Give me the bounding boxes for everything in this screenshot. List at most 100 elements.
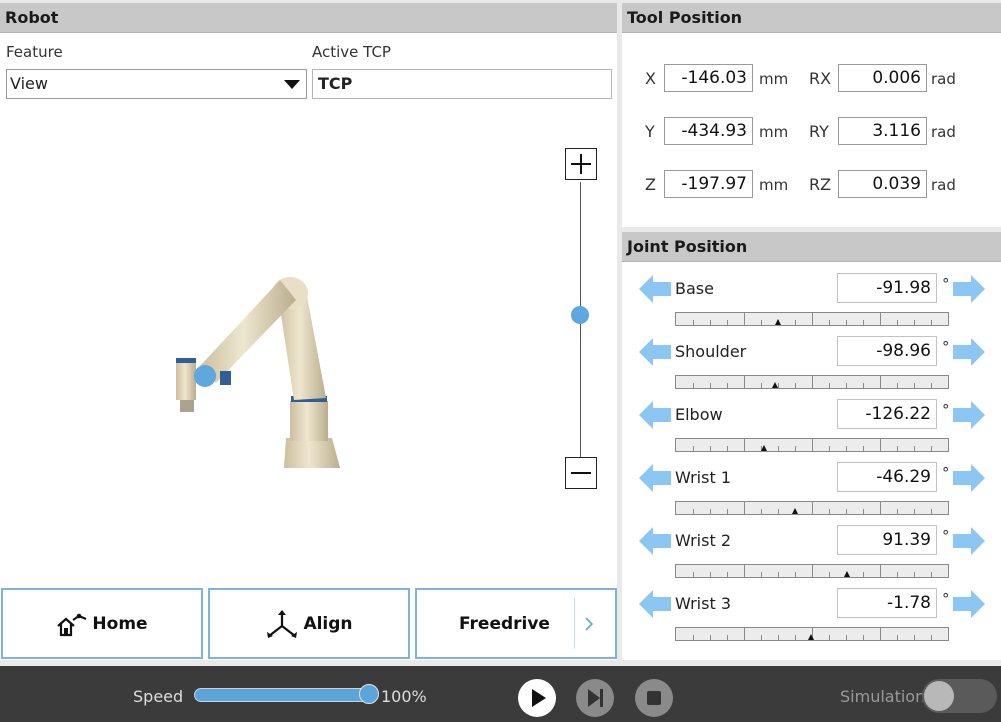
play-button[interactable]: [518, 679, 556, 717]
chevron-right-icon: [585, 617, 594, 631]
joint-value-field[interactable]: -1.78: [837, 588, 937, 618]
home-icon: [57, 613, 87, 636]
z-label: Z: [645, 175, 656, 194]
rx-unit: rad: [931, 70, 956, 88]
degree-unit: °: [942, 527, 950, 545]
robot-panel: Robot Feature Active TCP View TCP Home A…: [0, 3, 617, 660]
joint-value-field[interactable]: -46.29: [837, 462, 937, 492]
simulation-label: Simulation: [840, 687, 926, 706]
play-icon: [532, 689, 546, 707]
z-unit: mm: [759, 176, 789, 194]
zoom-slider-knob[interactable]: [571, 306, 589, 324]
y-field[interactable]: -434.93: [664, 117, 753, 145]
joint-row-wrist-3: Wrist 3 -1.78 °: [622, 588, 1001, 651]
zoom-in-button[interactable]: [565, 148, 597, 180]
dropdown-arrow-icon: [284, 80, 300, 89]
speed-label: Speed: [133, 687, 184, 706]
stop-button[interactable]: [635, 679, 673, 717]
joint-slider[interactable]: [675, 564, 949, 578]
jog-right-icon[interactable]: [952, 589, 986, 619]
step-button[interactable]: [576, 679, 614, 717]
joint-value-field[interactable]: 91.39: [837, 525, 937, 555]
rx-label: RX: [809, 69, 832, 88]
ry-field[interactable]: 3.116: [838, 117, 927, 145]
joint-slider-pointer: [772, 382, 779, 388]
joint-name: Shoulder: [675, 342, 747, 361]
tool-position-title: Tool Position: [622, 3, 1001, 33]
robot-3d-view[interactable]: [160, 263, 360, 473]
rx-field[interactable]: 0.006: [838, 64, 927, 92]
rz-field[interactable]: 0.039: [838, 170, 927, 198]
ry-label: RY: [809, 122, 829, 141]
rz-unit: rad: [931, 176, 956, 194]
jog-right-icon[interactable]: [952, 463, 986, 493]
jog-right-icon[interactable]: [952, 337, 986, 367]
joint-position-title: Joint Position: [622, 232, 1001, 262]
joint-slider-pointer: [775, 319, 782, 325]
joint-name: Wrist 1: [675, 468, 731, 487]
rz-label: RZ: [809, 175, 832, 194]
joint-row-base: Base -91.98 °: [622, 273, 1001, 336]
robot-forearm: [200, 280, 296, 383]
jog-left-icon[interactable]: [638, 463, 672, 493]
robot-base: [284, 438, 340, 468]
joint-value-field[interactable]: -98.96: [837, 336, 937, 366]
tool-position-panel: Tool Position X -146.03 mm Y -434.93 mm …: [622, 3, 1001, 227]
jog-right-icon[interactable]: [952, 526, 986, 556]
joint-slider[interactable]: [675, 501, 949, 515]
robot-lower-column: [290, 401, 328, 441]
speed-slider-knob[interactable]: [359, 684, 379, 704]
joint-slider[interactable]: [675, 312, 949, 326]
degree-unit: °: [942, 275, 950, 293]
joint-slider-pointer: [792, 508, 799, 514]
degree-unit: °: [942, 338, 950, 356]
align-button[interactable]: Align: [208, 588, 410, 659]
home-button[interactable]: Home: [1, 588, 203, 659]
jog-left-icon[interactable]: [638, 337, 672, 367]
joint-row-wrist-1: Wrist 1 -46.29 °: [622, 462, 1001, 525]
y-label: Y: [645, 122, 655, 141]
joint-row-wrist-2: Wrist 2 91.39 °: [622, 525, 1001, 588]
x-field[interactable]: -146.03: [664, 64, 753, 92]
joint-row-shoulder: Shoulder -98.96 °: [622, 336, 1001, 399]
bottom-control-bar: Speed 100% Simulation: [0, 666, 1001, 722]
jog-left-icon[interactable]: [638, 400, 672, 430]
joint-slider[interactable]: [675, 438, 949, 452]
joint-row-elbow: Elbow -126.22 °: [622, 399, 1001, 462]
active-tcp-field[interactable]: TCP: [312, 69, 612, 99]
speed-value: 100%: [381, 687, 427, 706]
active-tcp-label: Active TCP: [312, 43, 391, 61]
joint-position-panel: Joint Position Base -91.98 ° Shoulder -98.96…: [622, 232, 1001, 660]
joint-name: Elbow: [675, 405, 723, 424]
z-field[interactable]: -197.97: [664, 170, 753, 198]
jog-left-icon[interactable]: [638, 274, 672, 304]
degree-unit: °: [942, 401, 950, 419]
joint-slider[interactable]: [675, 375, 949, 389]
robot-panel-title: Robot: [0, 3, 617, 33]
zoom-out-button[interactable]: [565, 457, 597, 489]
tcp-marker[interactable]: [194, 365, 216, 387]
feature-select-value: View: [10, 74, 48, 93]
degree-unit: °: [942, 464, 950, 482]
simulation-toggle[interactable]: [922, 679, 997, 713]
y-unit: mm: [759, 123, 789, 141]
home-button-label: Home: [92, 613, 148, 634]
freedrive-button[interactable]: Freedrive: [415, 588, 617, 659]
align-axes-icon: [267, 609, 298, 638]
joint-slider[interactable]: [675, 627, 949, 641]
jog-right-icon[interactable]: [952, 400, 986, 430]
joint-value-field[interactable]: -91.98: [837, 273, 937, 303]
feature-select[interactable]: View: [6, 69, 307, 99]
joint-value-field[interactable]: -126.22: [837, 399, 937, 429]
degree-unit: °: [942, 590, 950, 608]
stop-icon: [647, 691, 661, 705]
jog-left-icon[interactable]: [638, 589, 672, 619]
jog-left-icon[interactable]: [638, 526, 672, 556]
plus-icon: [571, 154, 591, 174]
step-forward-icon: [588, 689, 603, 707]
x-label: X: [645, 69, 656, 88]
minus-icon: [571, 472, 591, 474]
jog-right-icon[interactable]: [952, 274, 986, 304]
joint-name: Wrist 3: [675, 594, 731, 613]
speed-slider[interactable]: [194, 688, 370, 702]
